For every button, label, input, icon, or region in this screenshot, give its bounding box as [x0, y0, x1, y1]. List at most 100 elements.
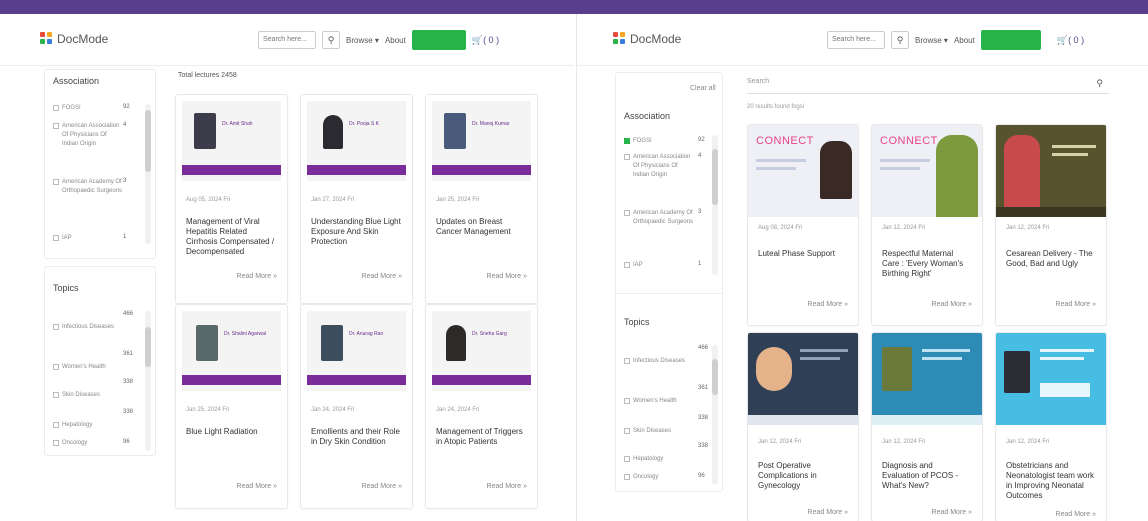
banner-strip — [307, 375, 406, 385]
cart-button[interactable]: 🛒( 0 ) — [1057, 35, 1084, 46]
filter-option[interactable]: Skin Diseases — [624, 427, 690, 436]
banner-line — [1052, 153, 1088, 156]
filter-option[interactable]: American Academy Of Orthopaedic Surgeons — [53, 178, 123, 196]
lecture-card[interactable]: CONNECT Aug 08, 2024 Fri Luteal Phase Su… — [747, 124, 859, 326]
read-more-link[interactable]: Read More » — [487, 483, 527, 490]
speaker-photo — [756, 347, 792, 391]
read-more-link[interactable]: Read More » — [362, 483, 402, 490]
about-link[interactable]: About — [385, 36, 406, 45]
speaker-name: Dr. Amit Shah — [222, 121, 253, 127]
signup-button[interactable] — [411, 30, 466, 50]
search-button[interactable]: ⚲ — [322, 31, 340, 49]
chevron-down-icon: ▾ — [374, 35, 379, 45]
read-more-link[interactable]: Read More » — [808, 301, 848, 308]
lecture-card[interactable]: Dr. Amit Shah Aug 05, 2024 Fri Managemen… — [175, 94, 288, 304]
scrollbar-thumb[interactable] — [712, 359, 718, 395]
speaker-name: Dr. Sneha Garg — [472, 331, 507, 337]
speaker-photo — [936, 135, 978, 217]
card-title[interactable]: Respectful Maternal Care : 'Every Woman'… — [882, 249, 972, 279]
lecture-card[interactable]: Dr. Manoj Kumar Jan 25, 2024 Fri Updates… — [425, 94, 538, 304]
read-more-link[interactable]: Read More » — [932, 509, 972, 516]
card-title[interactable]: Emollients and their Role in Dry Skin Co… — [311, 427, 402, 447]
read-more-link[interactable]: Read More » — [808, 509, 848, 516]
association-title: Association — [53, 76, 100, 86]
filter-option[interactable]: Oncology — [624, 473, 690, 482]
docmode-logo[interactable]: DocMode — [40, 32, 108, 46]
filter-sidebar: Clear all Association FOGSI 92 American … — [615, 72, 723, 492]
filter-option[interactable]: Women's Health — [624, 397, 690, 406]
search-button[interactable]: ⚲ — [891, 31, 909, 49]
filter-option[interactable]: American Association Of Physicians Of In… — [624, 153, 694, 180]
scrollbar-thumb[interactable] — [712, 149, 718, 205]
lecture-card[interactable]: Dr. Shalini Agarwal Jan 25, 2024 Fri Blu… — [175, 304, 288, 509]
logo-mark-icon — [613, 32, 627, 46]
clear-all-link[interactable]: Clear all — [690, 85, 716, 92]
signup-button[interactable] — [980, 30, 1041, 50]
topics-filter: Topics 466 Infectious Diseases 361 Women… — [44, 266, 156, 456]
card-banner: Dr. Shalini Agarwal — [182, 311, 281, 391]
lecture-card[interactable]: Dr. Anurag Rao Jan 24, 2024 Fri Emollien… — [300, 304, 413, 509]
filter-option[interactable]: Skin Diseases — [53, 391, 119, 400]
lecture-card[interactable]: Jan 12, 2024 Fri Obstetricians and Neona… — [995, 332, 1107, 521]
card-banner: CONNECT — [872, 125, 982, 217]
about-link[interactable]: About — [954, 36, 975, 45]
filter-count: 92 — [698, 137, 705, 143]
scrollbar-thumb[interactable] — [145, 110, 151, 172]
card-title[interactable]: Blue Light Radiation — [186, 427, 277, 437]
read-more-link[interactable]: Read More » — [1056, 301, 1096, 308]
filter-option[interactable]: Oncology — [53, 439, 119, 448]
card-title[interactable]: Diagnosis and Evaluation of PCOS - What'… — [882, 461, 972, 491]
browse-menu[interactable]: Browse ▾ — [346, 36, 379, 45]
filter-count: 96 — [123, 439, 130, 445]
card-date: Jan 24, 2024 Fri — [436, 407, 480, 413]
filter-option[interactable]: Women's Health — [53, 363, 119, 372]
filter-option-fogsi[interactable]: FOGSI — [624, 137, 694, 146]
lecture-card[interactable]: Jan 12, 2024 Fri Diagnosis and Evaluatio… — [871, 332, 983, 521]
filter-option[interactable]: IAP — [624, 261, 694, 270]
filter-option[interactable]: IAP — [53, 234, 123, 243]
filter-option[interactable]: Hepatology — [53, 421, 119, 430]
search-input[interactable]: Search here... — [827, 31, 885, 49]
read-more-link[interactable]: Read More » — [1056, 511, 1096, 518]
read-more-link[interactable]: Read More » — [237, 273, 277, 280]
banner-box — [1040, 383, 1090, 397]
card-banner: Dr. Amit Shah — [182, 101, 281, 181]
card-title[interactable]: Management of Triggers in Atopic Patient… — [436, 427, 527, 447]
card-title[interactable]: Cesarean Delivery - The Good, Bad and Ug… — [1006, 249, 1096, 269]
filter-option[interactable]: American Academy Of Orthopaedic Surgeons — [624, 209, 694, 227]
read-more-link[interactable]: Read More » — [932, 301, 972, 308]
card-title[interactable]: Updates on Breast Cancer Management — [436, 217, 527, 237]
lecture-card[interactable]: Dr. Pooja S K Jan 27, 2024 Fri Understan… — [300, 94, 413, 304]
filter-option[interactable]: FOGSI — [53, 104, 123, 113]
docmode-logo[interactable]: DocMode — [613, 32, 681, 46]
scrollbar-thumb[interactable] — [145, 327, 151, 367]
logo-text: DocMode — [630, 32, 682, 46]
topics-title: Topics — [624, 317, 650, 327]
search-input[interactable]: Search here... — [258, 31, 316, 49]
card-title[interactable]: Management of Viral Hepatitis Related Ci… — [186, 217, 277, 257]
lecture-search-input[interactable]: Search ⚲ — [747, 78, 1109, 94]
filter-option[interactable]: Infectious Diseases — [624, 357, 690, 366]
cart-button[interactable]: 🛒( 0 ) — [472, 35, 499, 46]
lecture-card[interactable]: Jan 12, 2024 Fri Cesarean Delivery - The… — [995, 124, 1107, 326]
lecture-card[interactable]: Jan 12, 2024 Fri Post Operative Complica… — [747, 332, 859, 521]
filter-option[interactable]: Infectious Diseases — [53, 323, 119, 332]
banner-strip — [307, 165, 406, 175]
read-more-link[interactable]: Read More » — [237, 483, 277, 490]
banner-line — [880, 159, 930, 162]
card-title[interactable]: Luteal Phase Support — [758, 249, 848, 259]
lecture-card[interactable]: Dr. Sneha Garg Jan 24, 2024 Fri Manageme… — [425, 304, 538, 509]
read-more-link[interactable]: Read More » — [487, 273, 527, 280]
filter-option[interactable]: American Association Of Physicians Of In… — [53, 122, 123, 149]
lecture-card[interactable]: CONNECT Jan 12, 2024 Fri Respectful Mate… — [871, 124, 983, 326]
search-icon[interactable]: ⚲ — [1096, 78, 1103, 89]
card-title[interactable]: Post Operative Complications in Gynecolo… — [758, 461, 848, 491]
card-title[interactable]: Understanding Blue Light Exposure And Sk… — [311, 217, 402, 247]
speaker-name: Dr. Manoj Kumar — [472, 121, 510, 127]
read-more-link[interactable]: Read More » — [362, 273, 402, 280]
browse-menu[interactable]: Browse ▾ — [915, 36, 948, 45]
card-date: Jan 12, 2024 Fri — [1006, 225, 1050, 231]
banner-line — [1040, 357, 1084, 360]
card-title[interactable]: Obstetricians and Neonatologist team wor… — [1006, 461, 1096, 501]
filter-option[interactable]: Hepatology — [624, 455, 690, 464]
